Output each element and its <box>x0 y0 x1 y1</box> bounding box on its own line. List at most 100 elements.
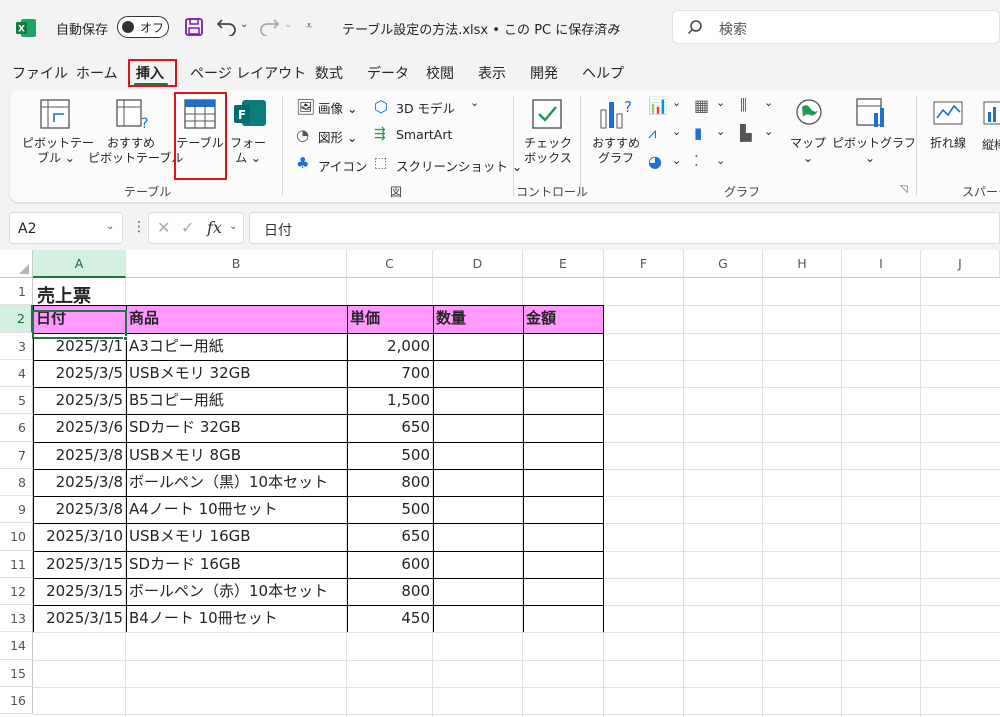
tab-view[interactable]: 表示 <box>478 63 506 83</box>
product-cell[interactable]: ボールペン（赤）10本セット <box>126 578 331 605</box>
column-header-a[interactable]: A <box>33 250 126 278</box>
line-chart-dropdown-icon[interactable]: ⌄ <box>672 125 681 138</box>
pivot-table-button[interactable]: ピボットテー ブル ⌄ <box>22 136 94 166</box>
tab-formulas[interactable]: 数式 <box>315 63 343 83</box>
date-cell[interactable]: 2025/3/8 <box>33 496 126 523</box>
product-cell[interactable]: ボールペン（黒）10本セット <box>126 469 331 496</box>
unit-price-cell[interactable]: 650 <box>347 414 433 441</box>
date-cell[interactable]: 2025/3/5 <box>33 387 126 414</box>
pivot-chart-button[interactable]: ピボットグラフ ⌄ <box>832 136 916 166</box>
date-cell[interactable]: 2025/3/8 <box>33 442 126 469</box>
product-cell[interactable]: SDカード 16GB <box>126 551 244 578</box>
row-header-2[interactable]: 2 <box>0 305 33 333</box>
tab-help[interactable]: ヘルプ <box>582 63 624 83</box>
date-cell[interactable]: 2025/3/15 <box>33 605 126 632</box>
select-all-corner[interactable] <box>0 250 33 278</box>
tab-home[interactable]: ホーム <box>76 63 118 83</box>
table-header-cell[interactable]: 金額 <box>523 305 604 333</box>
statistic-chart-icon[interactable]: ▮ <box>694 124 702 142</box>
hierarchy-chart-dropdown-icon[interactable]: ⌄ <box>716 96 725 109</box>
statistic-chart-dropdown-icon[interactable]: ⌄ <box>716 125 725 138</box>
3d-model-dropdown-icon[interactable]: ⌄ <box>470 96 479 109</box>
row-header-16[interactable]: 16 <box>0 686 33 714</box>
smartart-button[interactable]: SmartArt <box>396 127 452 142</box>
date-cell[interactable]: 2025/3/15 <box>33 578 126 605</box>
unit-price-cell[interactable]: 700 <box>347 360 433 387</box>
row-header-1[interactable]: 1 <box>0 278 33 306</box>
recommended-pivot-button[interactable]: おすすめ ピボットテーブル <box>88 136 183 166</box>
column-header-e[interactable]: E <box>523 250 604 278</box>
table-header-cell[interactable]: 数量 <box>433 305 523 333</box>
column-header-g[interactable]: G <box>684 250 763 278</box>
hierarchy-chart-icon[interactable]: ▦ <box>694 96 709 115</box>
date-cell[interactable]: 2025/3/5 <box>33 360 126 387</box>
scatter-chart-icon[interactable]: ⁚ <box>694 152 699 170</box>
row-header-15[interactable]: 15 <box>0 659 33 687</box>
cancel-formula-icon[interactable]: ✕ <box>157 218 170 237</box>
formula-dropdown-icon[interactable]: ⌄ <box>229 221 237 232</box>
column-header-d[interactable]: D <box>433 250 523 278</box>
column-header-f[interactable]: F <box>604 250 684 278</box>
chart-dialog-launcher-icon[interactable]: ◹ <box>900 184 908 195</box>
unit-price-cell[interactable]: 1,500 <box>347 387 433 414</box>
row-header-7[interactable]: 7 <box>0 441 33 469</box>
formula-input[interactable]: 日付 <box>249 212 1000 244</box>
row-header-8[interactable]: 8 <box>0 468 33 496</box>
search-box[interactable]: 検索 <box>672 10 1000 44</box>
sparkline-line-button[interactable]: 折れ線 <box>926 136 970 151</box>
image-button[interactable]: 画像 ⌄ <box>318 98 357 117</box>
unit-price-cell[interactable]: 2,000 <box>347 333 433 360</box>
row-header-9[interactable]: 9 <box>0 496 33 524</box>
pie-chart-icon[interactable]: ◕ <box>648 152 662 171</box>
date-cell[interactable]: 2025/3/15 <box>33 551 126 578</box>
unit-price-cell[interactable]: 800 <box>347 469 433 496</box>
tab-file[interactable]: ファイル <box>12 63 68 83</box>
product-cell[interactable]: B4ノート 10冊セット <box>126 605 281 632</box>
date-cell[interactable]: 2025/3/6 <box>33 414 126 441</box>
product-cell[interactable]: SDカード 32GB <box>126 414 244 441</box>
pie-chart-dropdown-icon[interactable]: ⌄ <box>672 154 681 167</box>
unit-price-cell[interactable]: 450 <box>347 605 433 632</box>
confirm-formula-icon[interactable]: ✓ <box>181 218 194 237</box>
unit-price-cell[interactable]: 600 <box>347 551 433 578</box>
row-header-13[interactable]: 13 <box>0 605 33 633</box>
date-cell[interactable]: 2025/3/10 <box>33 523 126 550</box>
row-header-4[interactable]: 4 <box>0 359 33 387</box>
shapes-button[interactable]: 図形 ⌄ <box>318 127 357 146</box>
table-header-cell[interactable]: 単価 <box>347 305 433 333</box>
product-cell[interactable]: USBメモリ 8GB <box>126 442 244 469</box>
date-cell[interactable]: 2025/3/8 <box>33 469 126 496</box>
checkbox-button[interactable]: チェック ボックス <box>520 136 576 166</box>
row-header-11[interactable]: 11 <box>0 550 33 578</box>
waterfall-chart-icon[interactable]: ⫼ <box>740 96 747 114</box>
tab-review[interactable]: 校閲 <box>426 63 454 83</box>
line-chart-icon[interactable]: ⩘ <box>648 124 656 142</box>
screenshot-button[interactable]: スクリーンショット ⌄ <box>396 156 522 175</box>
unit-price-cell[interactable]: 800 <box>347 578 433 605</box>
combo-chart-dropdown-icon[interactable]: ⌄ <box>764 125 773 138</box>
fill-handle[interactable] <box>123 336 128 341</box>
product-cell[interactable]: A4ノート 10冊セット <box>126 496 281 523</box>
row-header-10[interactable]: 10 <box>0 523 33 551</box>
forms-button[interactable]: フォー ム ⌄ <box>228 136 268 166</box>
column-header-c[interactable]: C <box>347 250 433 278</box>
tab-page-layout[interactable]: ページ レイアウト <box>190 63 306 83</box>
insert-function-icon[interactable]: fx <box>207 218 222 237</box>
icons-button[interactable]: アイコン <box>318 156 367 175</box>
customize-toolbar-icon[interactable]: ⩡ <box>306 19 312 33</box>
tab-developer[interactable]: 開発 <box>530 63 558 83</box>
tab-data[interactable]: データ <box>367 63 409 83</box>
undo-icon[interactable] <box>216 16 238 36</box>
combo-chart-icon[interactable]: ▙ <box>740 124 752 142</box>
more-options-icon[interactable]: ⋮ <box>132 219 146 235</box>
name-box-dropdown-icon[interactable]: ⌄ <box>106 221 114 232</box>
row-header-14[interactable]: 14 <box>0 632 33 660</box>
row-header-6[interactable]: 6 <box>0 414 33 442</box>
column-chart-dropdown-icon[interactable]: ⌄ <box>672 96 681 109</box>
table-header-cell[interactable]: 商品 <box>126 305 347 333</box>
scatter-chart-dropdown-icon[interactable]: ⌄ <box>716 154 725 167</box>
column-header-j[interactable]: J <box>921 250 1000 278</box>
save-icon[interactable] <box>184 17 204 37</box>
autosave-toggle[interactable]: オフ <box>117 16 169 38</box>
column-header-i[interactable]: I <box>842 250 921 278</box>
